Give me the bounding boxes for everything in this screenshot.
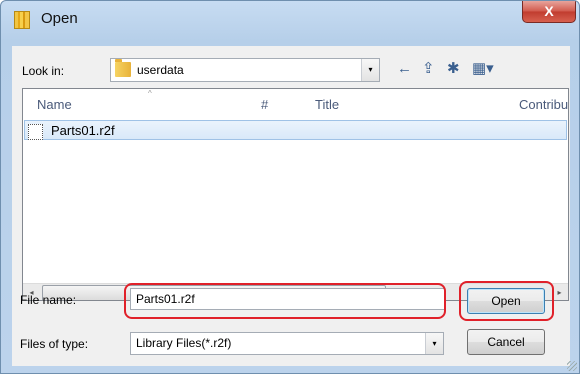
column-name[interactable]: Name — [37, 97, 72, 112]
file-icon — [28, 124, 43, 140]
up-folder-icon[interactable]: ⇪ — [422, 59, 435, 79]
file-list[interactable]: Name ^ # Title Contribu Parts01.r2f ◂ II… — [22, 88, 569, 301]
column-number[interactable]: # — [261, 97, 268, 112]
file-name-label: File name: — [20, 293, 77, 307]
sort-arrow-icon: ^ — [148, 89, 152, 98]
file-type-value: Library Files(*.r2f) — [136, 336, 232, 350]
column-title[interactable]: Title — [315, 97, 339, 112]
column-contributor[interactable]: Contribu — [519, 97, 568, 112]
look-in-value: userdata — [137, 63, 184, 77]
new-folder-icon[interactable]: ✱ — [447, 59, 460, 79]
file-type-dropdown-icon[interactable]: ▾ — [425, 333, 443, 354]
cancel-button[interactable]: Cancel — [467, 329, 545, 355]
file-type-select[interactable]: Library Files(*.r2f) ▾ — [130, 332, 444, 355]
file-row[interactable]: Parts01.r2f — [24, 120, 567, 140]
resize-grip[interactable] — [567, 361, 577, 371]
file-name: Parts01.r2f — [51, 123, 115, 138]
back-icon[interactable]: ← — [397, 59, 412, 79]
file-type-label: Files of type: — [20, 337, 89, 351]
dialog-title: Open — [41, 10, 78, 27]
look-in-combo[interactable]: userdata ▾ — [110, 58, 380, 82]
look-in-dropdown-icon[interactable]: ▾ — [361, 59, 379, 81]
open-button-highlight — [459, 281, 554, 321]
file-name-highlight — [124, 283, 446, 319]
view-menu-icon[interactable]: ▦▾ — [472, 59, 494, 79]
close-button[interactable]: X — [522, 1, 576, 23]
folder-icon — [115, 59, 131, 77]
column-header: Name ^ # Title Contribu — [23, 89, 568, 119]
look-in-label: Look in: — [22, 64, 65, 78]
title-bar[interactable]: Open X — [1, 1, 579, 35]
app-icon — [14, 11, 30, 29]
